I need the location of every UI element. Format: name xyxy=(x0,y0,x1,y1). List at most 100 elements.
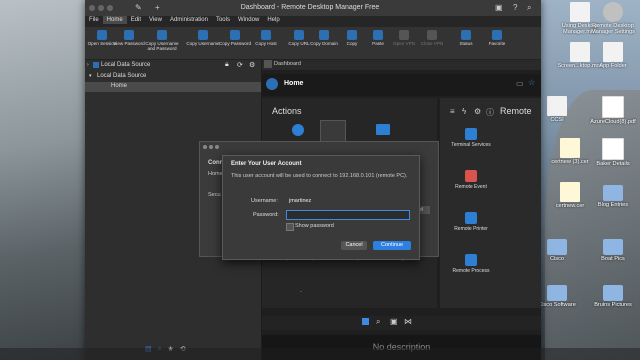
menu-view[interactable]: View xyxy=(145,16,166,24)
copy-host-icon xyxy=(261,30,271,40)
menu-help[interactable]: Help xyxy=(263,16,283,24)
item-label: Remote Process xyxy=(452,268,490,274)
menu-home[interactable]: Home xyxy=(102,16,127,24)
menu-window[interactable]: Window xyxy=(234,16,263,24)
gear-icon xyxy=(603,2,623,22)
show-password-checkbox[interactable] xyxy=(286,223,294,231)
copy-icon xyxy=(347,30,357,40)
close-vpn-icon xyxy=(427,30,437,40)
search-icon[interactable]: ⌕ xyxy=(527,3,531,13)
ribbon-view-password-button[interactable]: View Password xyxy=(112,30,146,46)
menu-administration[interactable]: Administration xyxy=(166,16,212,24)
gear-icon[interactable]: ⚙ xyxy=(474,107,481,116)
cancel-button[interactable]: Cancel xyxy=(341,241,367,250)
menu-file[interactable]: File xyxy=(85,16,103,24)
ribbon-copy-username-and-password-button[interactable]: Copy Username and Password xyxy=(145,30,179,51)
open-session-icon xyxy=(97,30,107,40)
chevron-right-icon[interactable]: › xyxy=(87,62,89,68)
favorite-star-icon[interactable]: ☆ xyxy=(528,78,535,87)
ribbon-label: Copy Username xyxy=(186,41,220,46)
open-session-action-icon[interactable] xyxy=(292,124,304,136)
actions-title: Actions xyxy=(272,106,302,116)
username-field[interactable]: jmartinez xyxy=(286,197,410,205)
cert-icon xyxy=(560,138,580,158)
close-dialog-button[interactable] xyxy=(203,145,207,149)
desktop-icon[interactable]: AzureCloud(8).pdf xyxy=(583,96,640,125)
ribbon-label: Copy Username and Password xyxy=(145,41,179,51)
lock-icon[interactable]: 🔒︎ xyxy=(225,61,229,69)
continue-button[interactable]: Continue xyxy=(373,241,411,250)
lightning-icon[interactable]: ϟ xyxy=(462,107,466,116)
show-password-label: Show password xyxy=(295,223,334,229)
share-icon[interactable]: ⋈ xyxy=(404,317,412,326)
event-icon xyxy=(465,170,477,182)
ribbon-copy-host-button[interactable]: Copy Host xyxy=(249,30,283,46)
ribbon-status-button[interactable]: Status xyxy=(449,30,483,46)
ribbon-toolbar: Open Session View Password Copy Username a… xyxy=(85,27,541,60)
dialog-text: Secu xyxy=(208,192,221,198)
ribbon-label: Favorite xyxy=(488,41,506,46)
window-title: Dashboard - Remote Desktop Manager Free xyxy=(240,4,380,11)
folder-action-icon[interactable] xyxy=(376,124,390,135)
overlay-icon[interactable]: ▣ xyxy=(495,3,503,12)
copy-password-icon xyxy=(230,30,240,40)
ribbon-label: Paste xyxy=(372,41,384,46)
search-icon[interactable]: ⌕ xyxy=(376,317,380,327)
doc-icon xyxy=(547,96,567,116)
folder-icon xyxy=(603,239,623,255)
copy-username-and-password-icon xyxy=(157,30,167,40)
settings-icon[interactable]: ⚙ xyxy=(249,61,255,69)
ribbon-favorite-button[interactable]: Favorite xyxy=(480,30,514,46)
menu-edit[interactable]: Edit xyxy=(127,16,145,24)
ribbon-close-vpn-button[interactable]: Close VPN xyxy=(415,30,449,46)
folder-icon xyxy=(603,185,623,201)
edit-entry-action[interactable] xyxy=(320,120,346,142)
remote-process-item[interactable]: Remote Process xyxy=(450,254,492,274)
desktop-icon-label: Baker Details xyxy=(596,161,630,167)
desktop-icon[interactable]: Blog Entries xyxy=(583,182,640,208)
chevron-down-icon[interactable]: ▾ xyxy=(89,73,92,79)
tab-dashboard[interactable]: Dashboard xyxy=(262,60,541,70)
remote-panel: ≡ ϟ ⚙ ⓘ Remote Terminal Services Remote … xyxy=(440,98,541,308)
remote-printer-item[interactable]: Remote Printer xyxy=(450,212,492,232)
ribbon-copy-username-button[interactable]: Copy Username xyxy=(186,30,220,46)
list-icon[interactable]: ≡ xyxy=(450,107,455,116)
desktop-icon[interactable]: Boat Pics xyxy=(583,236,640,262)
help-icon[interactable]: ? xyxy=(513,3,517,12)
plus-icon[interactable]: + xyxy=(155,3,160,12)
datasource-header[interactable]: › Local Data Source 🔒︎ ⟳ ⚙ xyxy=(85,61,261,71)
pencil-icon[interactable]: ✎ xyxy=(135,3,142,12)
refresh-icon[interactable]: ⟳ xyxy=(237,61,243,69)
chevron-down-icon[interactable]: ˇ xyxy=(300,292,302,298)
tree-item-local-data-source[interactable]: ▾ Local Data Source xyxy=(85,72,261,82)
copy-domain-icon xyxy=(319,30,329,40)
desktop-icon[interactable]: App Folder xyxy=(583,42,640,69)
overview-icon[interactable] xyxy=(362,318,369,325)
folder-icon[interactable]: ▭ xyxy=(516,79,524,88)
remote-event-item[interactable]: Remote Event xyxy=(450,170,492,190)
desktop-icon-label: App Folder xyxy=(599,63,627,69)
terminal-services-item[interactable]: Terminal Services xyxy=(450,128,492,148)
password-field[interactable] xyxy=(286,210,410,220)
details-toolbar: ⌕ ▣ ⋈ xyxy=(262,316,541,330)
info-icon[interactable]: ⓘ xyxy=(486,107,494,118)
zoom-dialog-button[interactable] xyxy=(215,145,219,149)
process-icon xyxy=(465,254,477,266)
minimize-dialog-button[interactable] xyxy=(209,145,213,149)
zoom-window-button[interactable] xyxy=(107,5,113,11)
close-window-button[interactable] xyxy=(89,5,95,11)
ribbon-copy-password-button[interactable]: Copy Password xyxy=(218,30,252,46)
open-vpn-icon xyxy=(399,30,409,40)
app-window: ✎ + Dashboard - Remote Desktop Manager F… xyxy=(85,0,541,360)
tree-item-home[interactable]: Home xyxy=(85,82,261,92)
username-label: Username: xyxy=(251,198,278,204)
desktop-icon[interactable]: Remote Desktop Manager Settings xyxy=(583,2,640,35)
properties-icon[interactable]: ▣ xyxy=(390,317,398,326)
ribbon-label: Copy Password xyxy=(218,41,252,46)
menu-tools[interactable]: Tools xyxy=(212,16,234,24)
desktop-icon[interactable]: Bruins Pictures xyxy=(583,282,640,308)
minimize-window-button[interactable] xyxy=(98,5,104,11)
desktop-icon-label: Bruins Pictures xyxy=(594,302,632,308)
home-header: Home ▭ ☆ xyxy=(262,74,541,96)
desktop-icon[interactable]: Baker Details xyxy=(583,138,640,167)
